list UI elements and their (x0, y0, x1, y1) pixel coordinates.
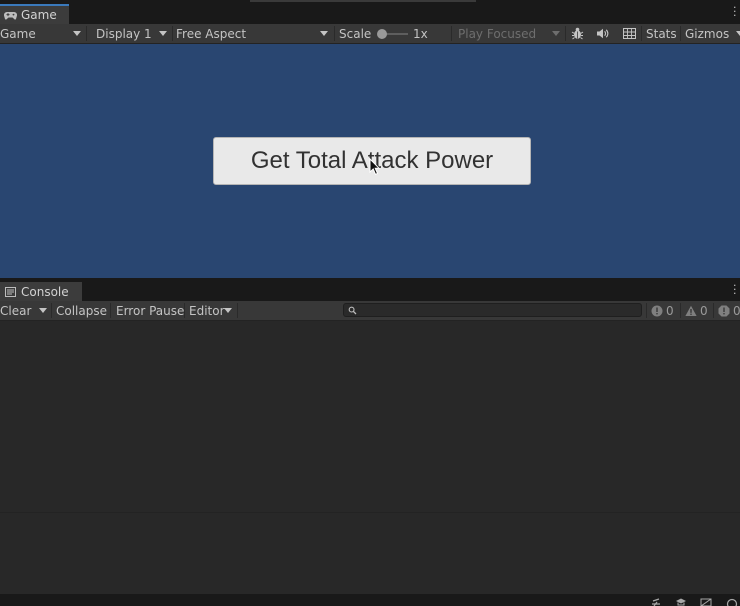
mute-audio-button[interactable] (594, 24, 610, 43)
chevron-down-icon (73, 31, 81, 36)
status-bar (0, 594, 740, 606)
gizmos-dropdown[interactable]: Gizmos (685, 24, 740, 43)
console-search-input[interactable] (360, 304, 638, 316)
warning-count-toggle[interactable]: 0 (685, 301, 708, 320)
console-more-options-icon[interactable]: · · · (733, 280, 737, 299)
collapse-toggle[interactable]: Collapse (56, 301, 107, 320)
graduation-cap-icon[interactable] (675, 598, 687, 606)
mouse-cursor-icon (369, 158, 381, 175)
info-icon (651, 305, 663, 316)
scale-value: 1x (413, 26, 428, 41)
chevron-down-icon (320, 31, 328, 36)
divider (184, 303, 185, 318)
error-count: 0 (733, 303, 740, 318)
editor-label: Editor (189, 303, 225, 318)
chevron-down-icon (224, 308, 232, 313)
scale-slider-handle[interactable] (377, 29, 387, 39)
editor-dropdown[interactable]: Editor (189, 301, 237, 320)
divider (641, 26, 642, 41)
tab-game[interactable]: Game (0, 4, 69, 24)
warning-count: 0 (700, 303, 708, 318)
warning-icon (685, 305, 697, 316)
gizmos-label: Gizmos (685, 26, 730, 41)
divider (237, 303, 238, 318)
divider (680, 26, 681, 41)
aspect-dropdown[interactable]: Free Aspect (176, 24, 332, 43)
console-tab-bar: Console · · · (0, 280, 740, 301)
divider (565, 26, 566, 41)
gizmo-bug-button[interactable] (569, 24, 585, 43)
speaker-icon (596, 28, 608, 39)
display-label: Display 1 (96, 26, 152, 41)
info-count: 0 (666, 303, 674, 318)
game-tab-bar: Game · · · (0, 2, 740, 25)
console-search-field[interactable] (343, 303, 642, 317)
console-icon (5, 286, 16, 297)
divider (451, 26, 452, 41)
clear-dropdown[interactable]: Clear (0, 301, 50, 320)
divider (110, 303, 111, 318)
divider (86, 26, 87, 41)
game-view-label: Game (0, 26, 36, 41)
bug-icon[interactable] (650, 598, 662, 606)
error-count-toggle[interactable]: 0 (718, 301, 740, 320)
scale-label: Scale (339, 26, 372, 41)
grid-icon (622, 28, 636, 39)
divider (51, 303, 52, 318)
bug-icon (571, 27, 583, 40)
tab-console[interactable]: Console (0, 282, 82, 301)
game-toolbar: Game Display 1 Free Aspect Scale 1x Play… (0, 24, 740, 44)
search-icon (348, 306, 357, 315)
info-count-toggle[interactable]: 0 (651, 301, 674, 320)
splitter-handle[interactable] (250, 0, 476, 2)
gamepad-icon (4, 11, 17, 20)
play-mode-dropdown[interactable]: Play Focused (458, 24, 564, 43)
error-icon (718, 305, 730, 316)
shortcuts-button[interactable] (620, 24, 638, 43)
play-mode-label: Play Focused (458, 26, 537, 41)
clear-label: Clear (0, 303, 32, 318)
chevron-down-icon (39, 308, 47, 313)
sync-icon[interactable] (726, 598, 738, 606)
divider (172, 26, 173, 41)
divider (646, 303, 647, 318)
console-log-list[interactable] (0, 321, 740, 513)
stats-button[interactable]: Stats (646, 24, 677, 43)
divider (713, 303, 714, 318)
tab-game-label: Game (21, 8, 57, 22)
game-more-options-icon[interactable]: · · · (733, 2, 737, 21)
error-pause-toggle[interactable]: Error Pause (116, 301, 184, 320)
console-message-detail[interactable] (0, 513, 740, 594)
game-view-dropdown[interactable]: Game (0, 24, 84, 43)
chevron-down-icon (159, 31, 167, 36)
display-dropdown[interactable]: Display 1 (96, 24, 170, 43)
divider (680, 303, 681, 318)
tab-console-label: Console (21, 284, 69, 299)
divider (334, 26, 335, 41)
aspect-label: Free Aspect (176, 26, 247, 41)
game-viewport[interactable]: Get Total Attack Power (0, 44, 740, 278)
chevron-down-icon (736, 31, 740, 36)
chevron-down-icon (552, 31, 560, 36)
no-network-icon[interactable] (700, 598, 712, 606)
console-toolbar: Clear Collapse Error Pause Editor 0 0 0 (0, 301, 740, 321)
